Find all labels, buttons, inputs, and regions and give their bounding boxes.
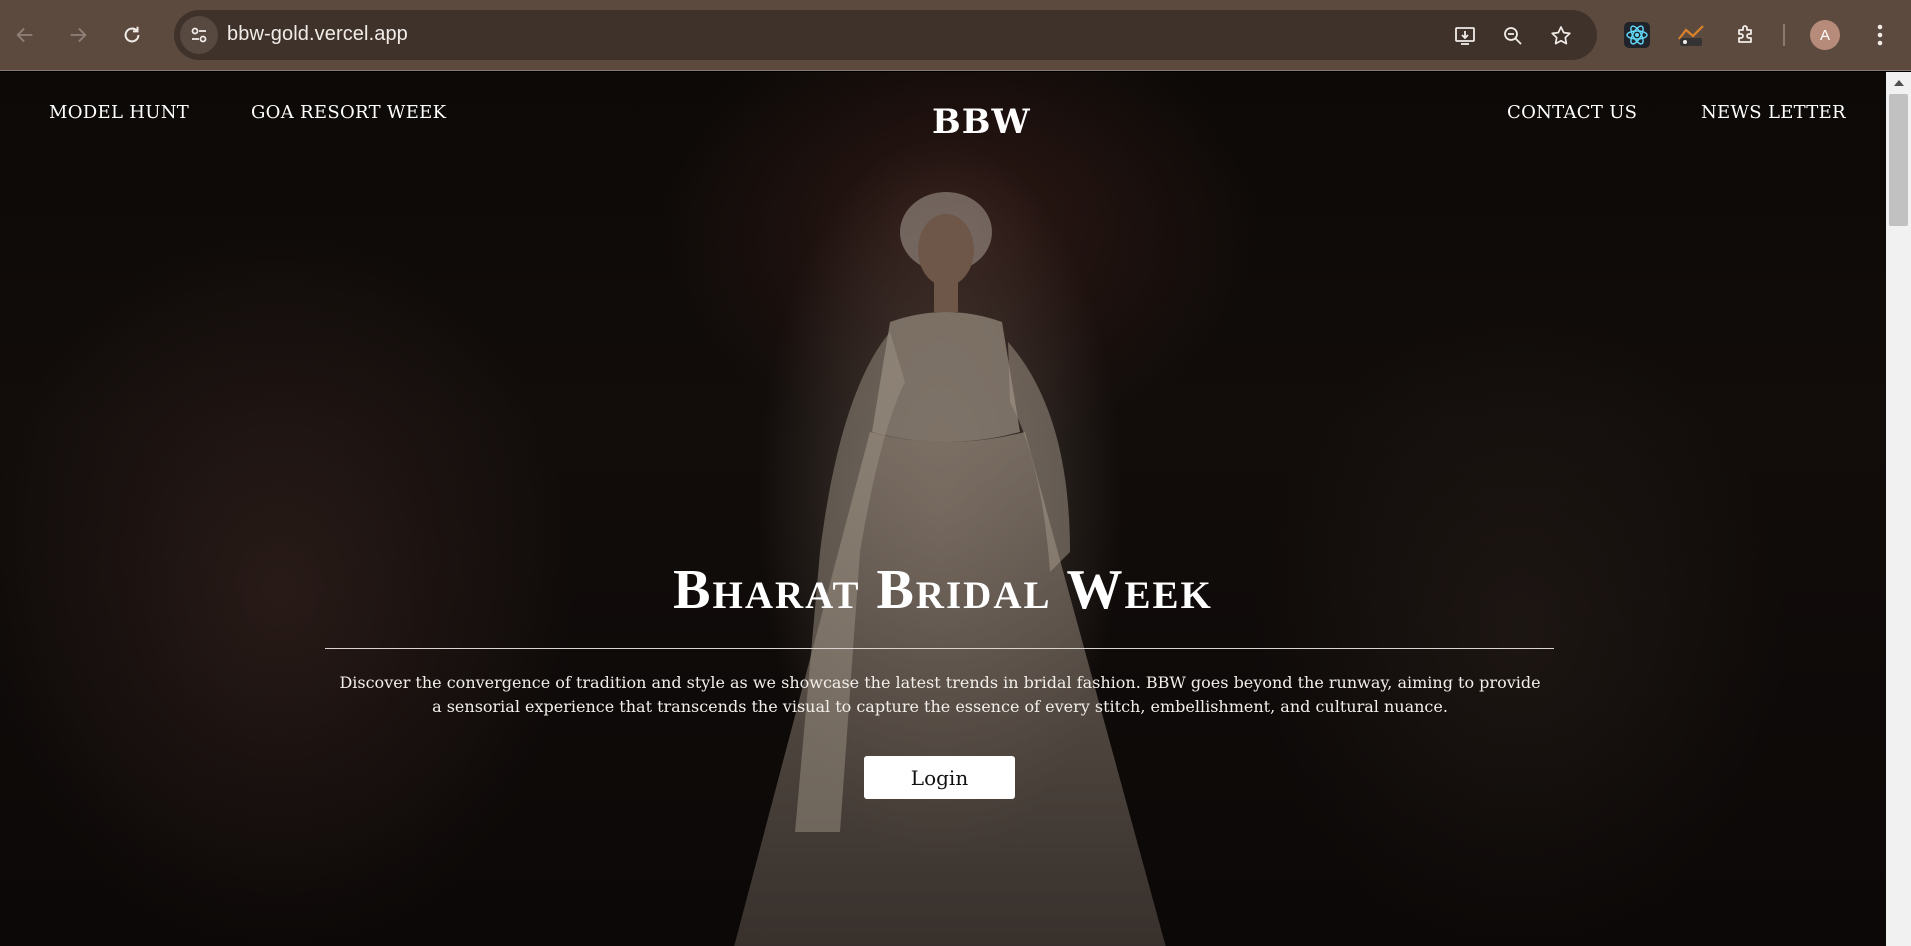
tune-icon: [191, 27, 207, 43]
zoom-button[interactable]: [1500, 23, 1526, 49]
reload-icon: [124, 26, 140, 43]
install-app-icon: [1455, 27, 1475, 45]
profile-avatar[interactable]: A: [1810, 20, 1840, 50]
runway-model-image: [734, 192, 1166, 946]
install-app-button[interactable]: [1452, 23, 1478, 49]
reload-button[interactable]: [114, 17, 150, 53]
login-button[interactable]: Login: [864, 756, 1015, 799]
nav-goa-resort-week[interactable]: GOA RESORT WEEK: [251, 102, 446, 123]
star-icon: [1551, 26, 1571, 45]
back-button[interactable]: [7, 17, 43, 53]
page-scrollbar[interactable]: [1886, 72, 1911, 946]
scroll-thumb[interactable]: [1889, 94, 1908, 226]
url-text[interactable]: bbw-gold.vercel.app: [227, 23, 408, 46]
react-devtools-button[interactable]: [1622, 20, 1652, 50]
nav-news-letter[interactable]: NEWS LETTER: [1701, 102, 1846, 123]
react-devtools-icon: [1624, 22, 1650, 48]
browser-menu-button[interactable]: [1868, 20, 1892, 50]
forward-button[interactable]: [60, 17, 96, 53]
puzzle-icon: [1738, 25, 1752, 43]
hero-description: Discover the convergence of tradition an…: [339, 673, 1541, 716]
nav-contact-us[interactable]: CONTACT US: [1507, 102, 1637, 123]
browser-toolbar: bbw-gold.vercel.app A: [0, 0, 1911, 71]
extension-icon: [1678, 25, 1704, 46]
address-bar[interactable]: bbw-gold.vercel.app: [174, 10, 1597, 60]
hero-title: Bharat Bridal Week: [673, 559, 1213, 621]
toolbar-divider: [1783, 24, 1785, 46]
extension-button[interactable]: [1676, 20, 1706, 50]
scroll-up-arrow-icon[interactable]: [1894, 80, 1904, 86]
extensions-button[interactable]: [1731, 20, 1761, 50]
site-info-button[interactable]: [180, 16, 218, 54]
arrow-left-icon: [16, 27, 33, 43]
hero-divider: [325, 648, 1554, 649]
kebab-menu-icon: [1877, 24, 1883, 46]
page-viewport: MODEL HUNT GOA RESORT WEEK BBW CONTACT U…: [0, 72, 1886, 946]
zoom-icon: [1504, 27, 1522, 45]
arrow-right-icon: [70, 27, 87, 43]
nav-model-hunt[interactable]: MODEL HUNT: [49, 102, 189, 123]
bookmark-button[interactable]: [1548, 23, 1574, 49]
site-logo[interactable]: BBW: [932, 102, 1031, 142]
